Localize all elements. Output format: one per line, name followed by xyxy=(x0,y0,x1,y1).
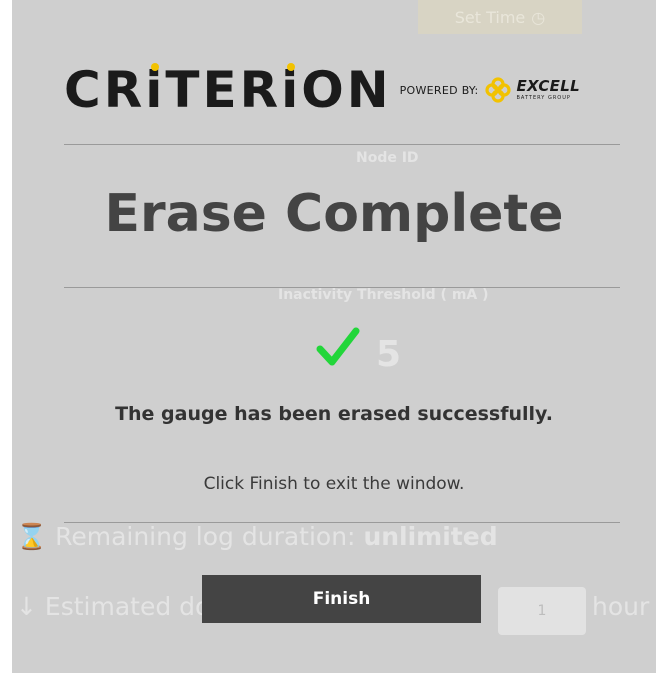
logo-part-3: ON xyxy=(301,61,392,119)
criterion-logo: CRiTERiON xyxy=(64,61,392,119)
checkmark-icon xyxy=(316,327,360,366)
logo-part-i2: i xyxy=(281,61,302,119)
success-message: The gauge has been erased successfully. xyxy=(115,403,553,425)
finish-button[interactable]: Finish xyxy=(202,575,481,623)
divider-top xyxy=(64,144,620,145)
excell-wordmark: EXCELL BATTERY GROUP xyxy=(517,79,580,101)
logo-part-1: CR xyxy=(64,61,146,119)
excell-brand: EXCELL xyxy=(516,77,580,95)
excell-logo-icon xyxy=(484,77,511,103)
brand-logo: CRiTERiON POWERED BY: EXCELL BATTERY GRO… xyxy=(64,60,580,120)
divider-middle xyxy=(64,287,620,288)
powered-by-label: POWERED BY: xyxy=(399,83,479,97)
excell-subtitle: BATTERY GROUP xyxy=(516,95,571,101)
logo-part-2: TER xyxy=(165,61,282,119)
dialog-title: Erase Complete xyxy=(104,184,564,244)
finish-hint: Click Finish to exit the window. xyxy=(203,474,465,494)
logo-part-i1: i xyxy=(145,61,166,119)
erase-complete-dialog: CRiTERiON POWERED BY: EXCELL BATTERY GRO… xyxy=(12,0,656,673)
powered-by: POWERED BY: EXCELL BATTERY GROUP xyxy=(400,75,580,105)
divider-bottom xyxy=(64,522,620,523)
